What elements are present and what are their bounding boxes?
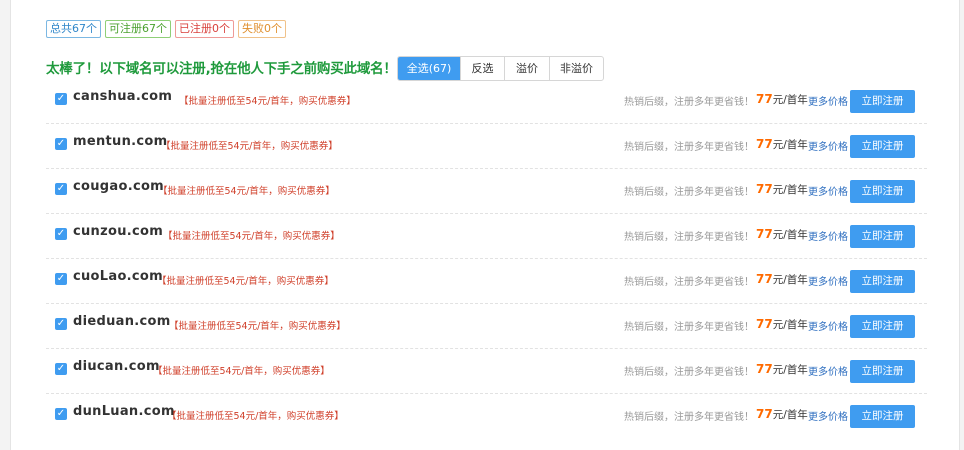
more-prices-link[interactable]: 更多价格 (808, 228, 848, 243)
register-button[interactable]: 立即注册 (850, 180, 915, 203)
domain-name: cunzou.com (73, 224, 164, 239)
register-button[interactable]: 立即注册 (850, 90, 915, 113)
filter-non-premium[interactable]: 非溢价 (549, 57, 603, 80)
register-button[interactable]: 立即注册 (850, 360, 915, 383)
suffix-hint: 热销后缀，注册多年更省钱！ (624, 97, 754, 108)
register-button[interactable]: 立即注册 (850, 270, 915, 293)
price: 77元/首年 (756, 362, 808, 377)
more-prices-link[interactable]: 更多价格 (808, 138, 848, 153)
suffix-hint: 热销后缀，注册多年更省钱！ (624, 277, 754, 288)
more-prices-link[interactable]: 更多价格 (808, 408, 848, 423)
more-prices-link[interactable]: 更多价格 (808, 273, 848, 288)
filter-invert[interactable]: 反选 (460, 57, 504, 80)
domain-name: cuoLao.com (73, 269, 164, 284)
domain-row: ✓ cuoLao.com 【批量注册低至54元/首年，购买优惠券】 热销后缀，注册多年… (46, 259, 927, 304)
more-prices-link[interactable]: 更多价格 (808, 363, 848, 378)
filter-select-all[interactable]: 全选(67) (398, 57, 460, 80)
price-value: 77 (756, 182, 773, 196)
stat-failed[interactable]: 失败0个 (238, 20, 286, 38)
price-value: 77 (756, 227, 773, 241)
price-unit: 元/首年 (772, 274, 808, 286)
price-value: 77 (756, 92, 773, 106)
price-value: 77 (756, 137, 773, 151)
price-unit: 元/首年 (772, 229, 808, 241)
promo-link[interactable]: 【批量注册低至54元/首年，购买优惠券】 (153, 363, 330, 377)
more-prices-link[interactable]: 更多价格 (808, 183, 848, 198)
suffix-hint: 热销后缀，注册多年更省钱！ (624, 187, 754, 198)
register-button[interactable]: 立即注册 (850, 405, 915, 428)
stat-available[interactable]: 可注册67个 (105, 20, 171, 38)
result-stats: 总共67个 可注册67个 已注册0个 失败0个 (46, 20, 286, 38)
more-prices-link[interactable]: 更多价格 (808, 93, 848, 108)
domain-row: ✓ cunzou.com 【批量注册低至54元/首年，购买优惠券】 热销后缀，注册多年… (46, 214, 927, 259)
domain-name: dunLuan.com (73, 404, 175, 419)
promo-link[interactable]: 【批量注册低至54元/首年，购买优惠券】 (158, 183, 335, 197)
price-unit: 元/首年 (772, 409, 808, 421)
price-value: 77 (756, 317, 773, 331)
domain-row: ✓ dunLuan.com 【批量注册低至54元/首年，购买优惠券】 热销后缀，注册多… (46, 394, 927, 439)
domain-checkbox[interactable]: ✓ (55, 183, 67, 195)
price-value: 77 (756, 407, 773, 421)
filter-group: 全选(67) 反选 溢价 非溢价 (397, 56, 604, 81)
domain-name: mentun.com (73, 134, 168, 149)
price: 77元/首年 (756, 317, 808, 332)
domain-row: ✓ diucan.com 【批量注册低至54元/首年，购买优惠券】 热销后缀，注册多年… (46, 349, 927, 394)
register-button[interactable]: 立即注册 (850, 135, 915, 158)
domain-checkbox[interactable]: ✓ (55, 363, 67, 375)
suffix-hint: 热销后缀，注册多年更省钱！ (624, 412, 754, 423)
domain-name: cougao.com (73, 179, 165, 194)
price-unit: 元/首年 (772, 184, 808, 196)
domain-checkbox[interactable]: ✓ (55, 273, 67, 285)
price: 77元/首年 (756, 137, 808, 152)
domain-name: dieduan.com (73, 314, 171, 329)
price-unit: 元/首年 (772, 364, 808, 376)
price-value: 77 (756, 362, 773, 376)
promo-link[interactable]: 【批量注册低至54元/首年，购买优惠券】 (179, 93, 356, 107)
price-unit: 元/首年 (772, 319, 808, 331)
suffix-hint: 热销后缀，注册多年更省钱！ (624, 367, 754, 378)
promo-link[interactable]: 【批量注册低至54元/首年，购买优惠券】 (157, 273, 334, 287)
domain-row: ✓ canshua.com 【批量注册低至54元/首年，购买优惠券】 热销后缀，注册多… (46, 79, 927, 124)
price-value: 77 (756, 272, 773, 286)
price-unit: 元/首年 (772, 94, 808, 106)
suffix-hint: 热销后缀，注册多年更省钱！ (624, 142, 754, 153)
domain-checkbox[interactable]: ✓ (55, 408, 67, 420)
register-button[interactable]: 立即注册 (850, 315, 915, 338)
domain-checkbox[interactable]: ✓ (55, 228, 67, 240)
domain-results-panel: 总共67个 可注册67个 已注册0个 失败0个 太棒了！以下域名可以注册,抢在他… (10, 0, 960, 450)
available-headline: 太棒了！以下域名可以注册,抢在他人下手之前购买此域名！ (46, 61, 397, 77)
domain-row: ✓ dieduan.com 【批量注册低至54元/首年，购买优惠券】 热销后缀，注册多… (46, 304, 927, 349)
stat-total[interactable]: 总共67个 (46, 20, 101, 38)
promo-link[interactable]: 【批量注册低至54元/首年，购买优惠券】 (169, 318, 346, 332)
domain-list: ✓ canshua.com 【批量注册低至54元/首年，购买优惠券】 热销后缀，注册多… (46, 79, 927, 439)
price: 77元/首年 (756, 407, 808, 422)
suffix-hint: 热销后缀，注册多年更省钱！ (624, 322, 754, 333)
domain-name: canshua.com (73, 89, 173, 104)
price-unit: 元/首年 (772, 139, 808, 151)
promo-link[interactable]: 【批量注册低至54元/首年，购买优惠券】 (161, 138, 338, 152)
price: 77元/首年 (756, 182, 808, 197)
more-prices-link[interactable]: 更多价格 (808, 318, 848, 333)
promo-link[interactable]: 【批量注册低至54元/首年，购买优惠券】 (167, 408, 344, 422)
domain-row: ✓ cougao.com 【批量注册低至54元/首年，购买优惠券】 热销后缀，注册多年… (46, 169, 927, 214)
domain-checkbox[interactable]: ✓ (55, 138, 67, 150)
suffix-hint: 热销后缀，注册多年更省钱！ (624, 232, 754, 243)
domain-checkbox[interactable]: ✓ (55, 93, 67, 105)
promo-link[interactable]: 【批量注册低至54元/首年，购买优惠券】 (163, 228, 340, 242)
filter-premium[interactable]: 溢价 (504, 57, 549, 80)
domain-name: diucan.com (73, 359, 160, 374)
stat-registered[interactable]: 已注册0个 (175, 20, 234, 38)
domain-checkbox[interactable]: ✓ (55, 318, 67, 330)
register-button[interactable]: 立即注册 (850, 225, 915, 248)
price: 77元/首年 (756, 227, 808, 242)
domain-row: ✓ mentun.com 【批量注册低至54元/首年，购买优惠券】 热销后缀，注册多年… (46, 124, 927, 169)
price: 77元/首年 (756, 272, 808, 287)
price: 77元/首年 (756, 92, 808, 107)
